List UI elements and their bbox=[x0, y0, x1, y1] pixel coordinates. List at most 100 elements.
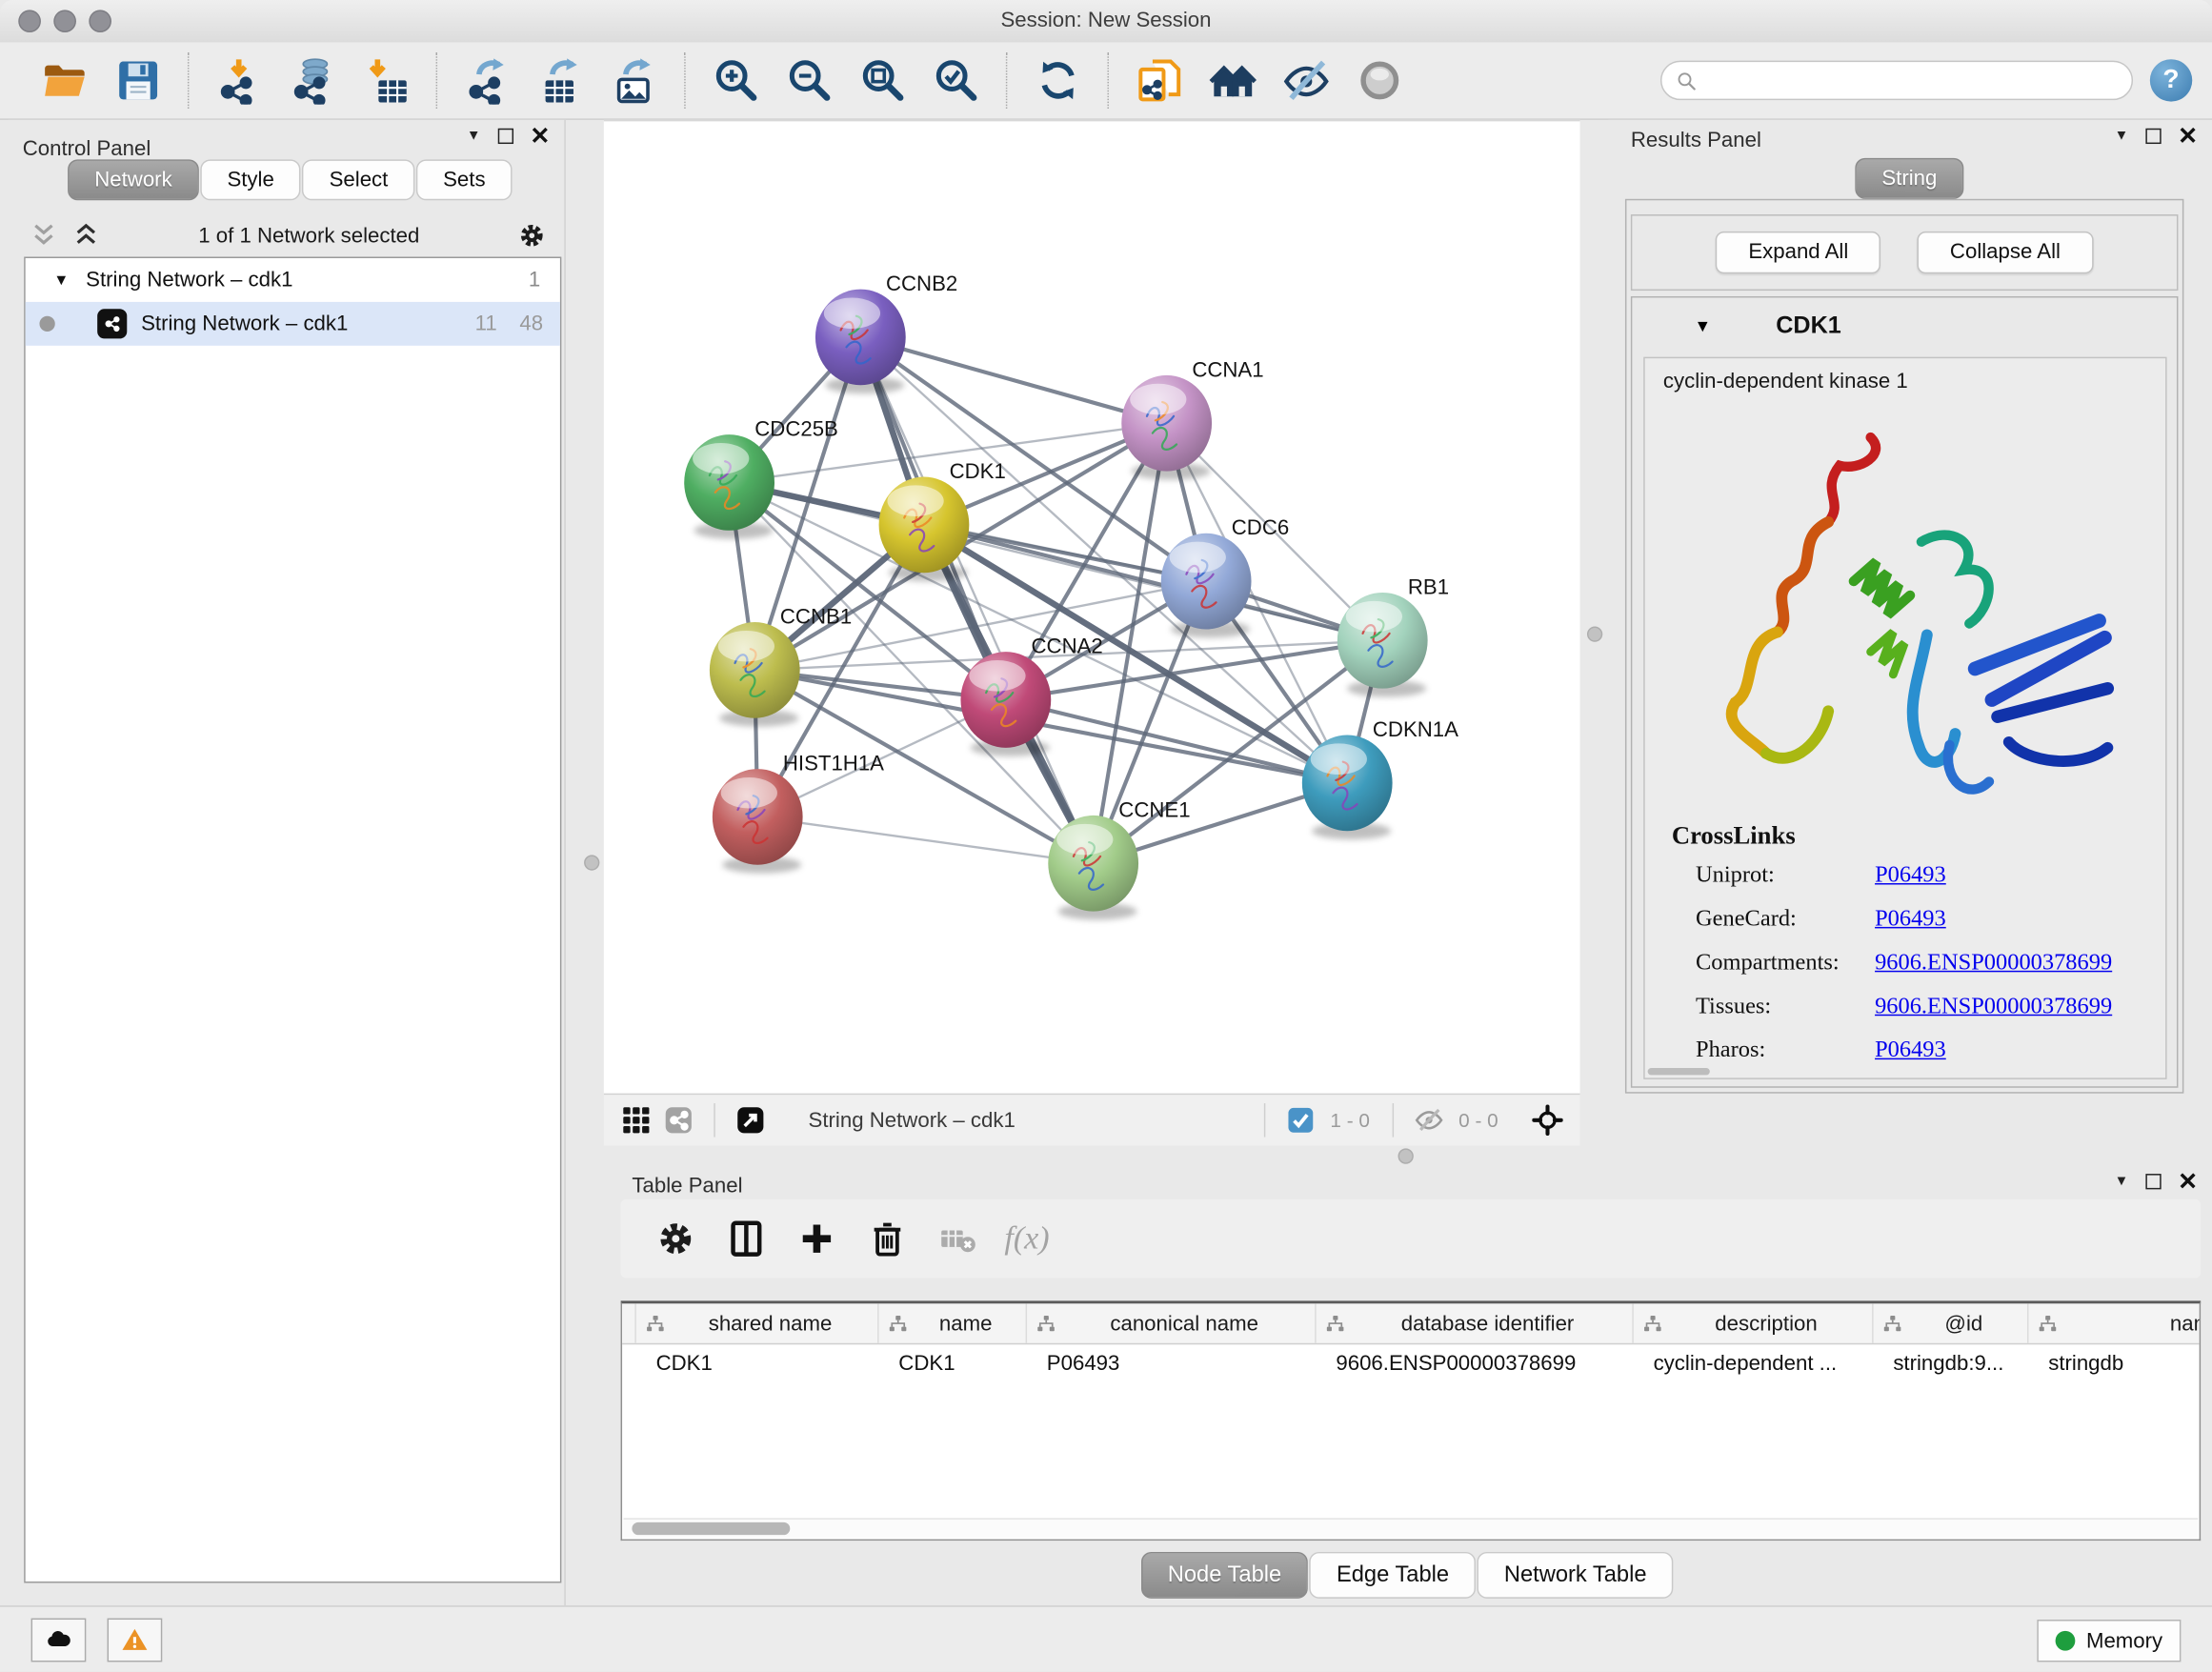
tab-select[interactable]: Select bbox=[302, 159, 414, 200]
tab-string[interactable]: String bbox=[1855, 158, 1963, 199]
expand-all-button[interactable]: Expand All bbox=[1716, 232, 1880, 273]
network-node-CCNB1[interactable] bbox=[710, 622, 800, 727]
clone-network-button[interactable] bbox=[1123, 50, 1196, 111]
export-table-button[interactable] bbox=[525, 50, 598, 111]
network-node-CDC25B[interactable] bbox=[684, 434, 774, 539]
zoom-window-icon[interactable] bbox=[89, 10, 111, 32]
table-hscrollbar[interactable] bbox=[624, 1518, 2199, 1538]
crosslink-link[interactable]: 9606.ENSP00000378699 bbox=[1875, 948, 2112, 977]
table-cell[interactable]: cyclin-dependent ... bbox=[1634, 1352, 1874, 1376]
table-row[interactable]: CDK1CDK1P064939606.ENSP00000378699cyclin… bbox=[622, 1344, 2200, 1382]
selected-checkbox-icon[interactable] bbox=[1279, 1102, 1321, 1139]
delete-column-trash-icon[interactable] bbox=[852, 1211, 922, 1267]
column-header-namespace[interactable]: namespace bbox=[2028, 1303, 2201, 1342]
tab-network[interactable]: Network bbox=[68, 159, 199, 200]
float-panel-icon[interactable] bbox=[2145, 1174, 2161, 1189]
search-box[interactable] bbox=[1660, 61, 2133, 100]
fit-selected-crosshair-icon[interactable] bbox=[1526, 1102, 1568, 1139]
string-query-button[interactable] bbox=[1196, 50, 1270, 111]
tab-sets[interactable]: Sets bbox=[416, 159, 513, 200]
zoom-fit-button[interactable] bbox=[847, 50, 920, 111]
column-header-shared-name[interactable]: shared name bbox=[636, 1303, 879, 1342]
zoom-out-button[interactable] bbox=[774, 50, 847, 111]
cloud-button[interactable] bbox=[31, 1619, 87, 1662]
delete-table-icon[interactable] bbox=[922, 1211, 993, 1267]
network-node-CCNA2[interactable] bbox=[960, 652, 1051, 756]
network-node-CDKN1A[interactable] bbox=[1302, 735, 1393, 840]
network-node-CCNA1[interactable] bbox=[1121, 375, 1212, 480]
close-panel-icon[interactable]: ✕ bbox=[530, 129, 550, 144]
table-cell[interactable]: CDK1 bbox=[879, 1352, 1027, 1376]
left-splitter-handle[interactable] bbox=[584, 855, 599, 870]
column-header-database-identifier[interactable]: database identifier bbox=[1317, 1303, 1634, 1342]
zoom-selected-button[interactable] bbox=[920, 50, 994, 111]
expand-all-networks-icon[interactable] bbox=[65, 217, 107, 254]
export-network-button[interactable] bbox=[452, 50, 525, 111]
import-network-database-button[interactable] bbox=[276, 50, 350, 111]
tab-edge-table[interactable]: Edge Table bbox=[1310, 1552, 1476, 1599]
show-columns-icon[interactable] bbox=[711, 1211, 781, 1267]
crosslink-link[interactable]: P06493 bbox=[1875, 904, 1946, 933]
float-panel-icon[interactable] bbox=[497, 129, 513, 144]
birds-eye-view-icon[interactable] bbox=[730, 1102, 772, 1139]
table-cell[interactable]: P06493 bbox=[1027, 1352, 1317, 1376]
network-node-CDK1[interactable] bbox=[879, 477, 970, 582]
crosslink-link[interactable]: P06493 bbox=[1875, 1036, 1946, 1064]
table-cell[interactable]: CDK1 bbox=[636, 1352, 879, 1376]
search-input[interactable] bbox=[1705, 68, 2117, 93]
network-node-CDC6[interactable] bbox=[1161, 534, 1252, 638]
gene-section-header[interactable]: ▼ CDK1 bbox=[1632, 297, 2177, 353]
help-button[interactable]: ? bbox=[2150, 59, 2192, 101]
gene-details-scroll-thumb[interactable] bbox=[1648, 1068, 1710, 1075]
column-header--id[interactable]: @id bbox=[1874, 1303, 2029, 1342]
apply-layout-button[interactable] bbox=[1021, 50, 1095, 111]
table-cell[interactable]: stringdb bbox=[2028, 1352, 2201, 1376]
network-row-selected[interactable]: String Network – cdk1 11 48 bbox=[26, 302, 560, 346]
network-graph[interactable]: CCNB2CCNA1CDC25BCDK1CDC6RB1CCNB1CCNA2CDK… bbox=[604, 121, 1580, 1095]
column-header-description[interactable]: description bbox=[1634, 1303, 1874, 1342]
warning-button[interactable] bbox=[108, 1619, 163, 1662]
table-options-gear-icon[interactable] bbox=[640, 1211, 711, 1267]
panel-menu-icon[interactable]: ▼ bbox=[2115, 129, 2129, 144]
column-header-canonical-name[interactable]: canonical name bbox=[1027, 1303, 1317, 1342]
grid-view-icon[interactable] bbox=[615, 1102, 657, 1139]
table-cell[interactable]: 9606.ENSP00000378699 bbox=[1317, 1352, 1634, 1376]
network-view-canvas[interactable]: CCNB2CCNA1CDC25BCDK1CDC6RB1CCNB1CCNA2CDK… bbox=[604, 120, 1580, 1095]
import-network-file-button[interactable] bbox=[203, 50, 276, 111]
memory-button[interactable]: Memory bbox=[2037, 1620, 2181, 1662]
network-node-HIST1H1A[interactable] bbox=[713, 769, 803, 874]
save-session-button[interactable] bbox=[102, 50, 175, 111]
tree-expander-icon[interactable]: ▼ bbox=[53, 272, 69, 289]
panel-menu-icon[interactable]: ▼ bbox=[467, 129, 481, 144]
section-expander-icon[interactable]: ▼ bbox=[1695, 316, 1712, 336]
open-session-button[interactable] bbox=[29, 50, 102, 111]
tab-node-table[interactable]: Node Table bbox=[1141, 1552, 1309, 1599]
function-builder-fx-icon[interactable]: f(x) bbox=[1004, 1220, 1049, 1258]
right-splitter-handle[interactable] bbox=[1587, 627, 1602, 642]
hide-graphics-button[interactable] bbox=[1270, 50, 1343, 111]
import-table-button[interactable] bbox=[350, 50, 423, 111]
collapse-all-button[interactable]: Collapse All bbox=[1918, 232, 2093, 273]
horizontal-splitter-handle[interactable] bbox=[1398, 1148, 1414, 1163]
table-cell[interactable]: stringdb:9... bbox=[1874, 1352, 2029, 1376]
network-node-CCNB2[interactable] bbox=[815, 290, 906, 394]
export-image-button[interactable] bbox=[598, 50, 672, 111]
tab-network-table[interactable]: Network Table bbox=[1478, 1552, 1674, 1599]
create-column-plus-icon[interactable] bbox=[781, 1211, 852, 1267]
panel-menu-icon[interactable]: ▼ bbox=[2115, 1174, 2129, 1189]
close-panel-icon[interactable]: ✕ bbox=[2178, 129, 2198, 144]
crosslink-link[interactable]: P06493 bbox=[1875, 860, 1946, 889]
network-options-gear-icon[interactable] bbox=[511, 217, 553, 254]
hidden-eye-slash-icon[interactable] bbox=[1408, 1102, 1450, 1139]
tab-style[interactable]: Style bbox=[200, 159, 301, 200]
close-panel-icon[interactable]: ✕ bbox=[2178, 1174, 2198, 1189]
network-node-RB1[interactable] bbox=[1337, 593, 1428, 697]
minimize-window-icon[interactable] bbox=[53, 10, 76, 32]
network-collection-row[interactable]: ▼ String Network – cdk1 1 bbox=[26, 258, 560, 302]
show-graphics-details-button[interactable] bbox=[1343, 50, 1417, 111]
table-hscroll-thumb[interactable] bbox=[632, 1522, 790, 1535]
column-header-name[interactable]: name bbox=[879, 1303, 1027, 1342]
zoom-in-button[interactable] bbox=[700, 50, 774, 111]
close-window-icon[interactable] bbox=[18, 10, 41, 32]
network-view-share-icon[interactable] bbox=[657, 1102, 699, 1139]
